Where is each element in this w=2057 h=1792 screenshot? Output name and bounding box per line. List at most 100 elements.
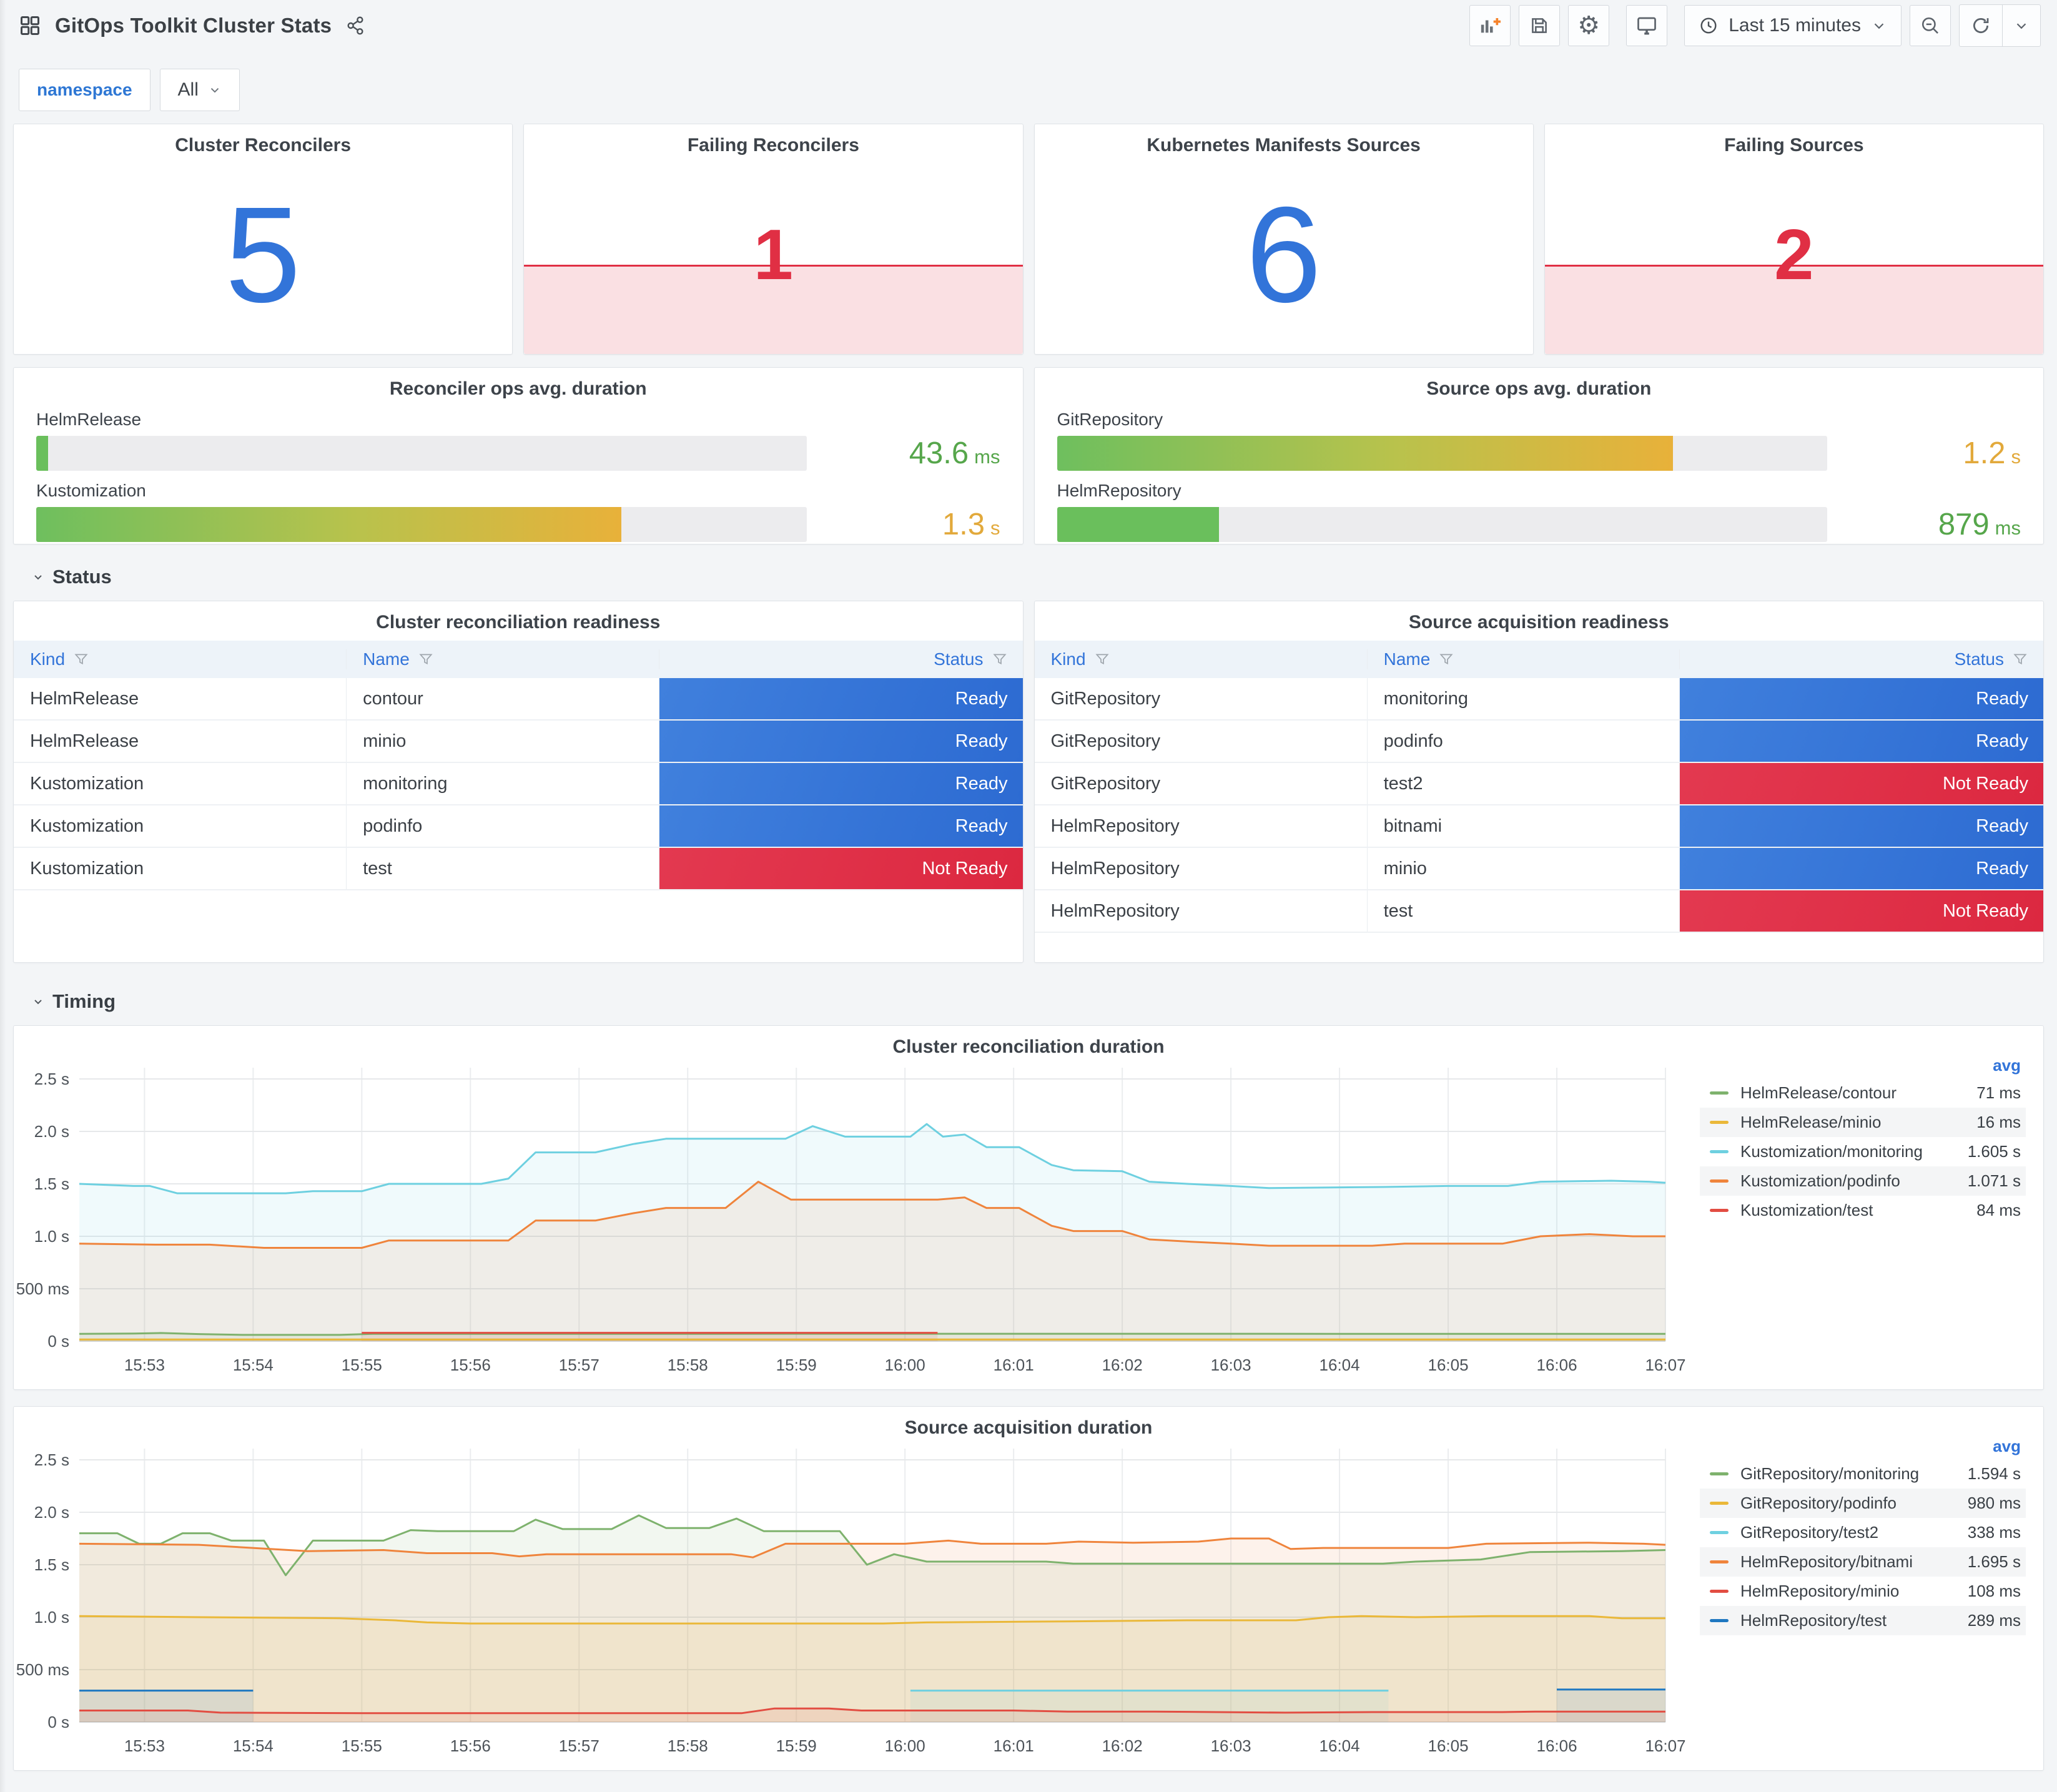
column-header-name[interactable]: Name [347, 649, 659, 669]
legend-item[interactable]: HelmRepository/minio 108 ms [1700, 1577, 2026, 1606]
column-header-kind[interactable]: Kind [14, 649, 347, 669]
table-row: HelmRelease minio Ready [14, 721, 1023, 763]
legend-item[interactable]: HelmRelease/contour 71 ms [1700, 1078, 2026, 1108]
series-avg-value: 1.605 s [1967, 1142, 2021, 1161]
column-header-status[interactable]: Status [659, 649, 1023, 669]
panel-title[interactable]: Failing Reconcilers [524, 124, 1022, 156]
variable-value-dropdown[interactable]: All [159, 69, 240, 111]
svg-text:16:01: 16:01 [994, 1736, 1034, 1755]
svg-text:16:05: 16:05 [1428, 1736, 1469, 1755]
column-header-status[interactable]: Status [1680, 649, 2043, 669]
svg-text:15:54: 15:54 [233, 1736, 274, 1755]
gauge-label: GitRepository [1057, 410, 1163, 429]
panel-title[interactable]: Kubernetes Manifests Sources [1035, 124, 1533, 156]
legend-item[interactable]: HelmRepository/test 289 ms [1700, 1606, 2026, 1635]
column-header-label: Name [1383, 649, 1431, 669]
timeseries-panel: Cluster reconciliation duration 0 s 500 ms… [13, 1025, 2044, 1390]
filter-icon[interactable] [1438, 651, 1454, 667]
svg-text:16:04: 16:04 [1320, 1356, 1360, 1374]
legend-item[interactable]: GitRepository/podinfo 980 ms [1700, 1489, 2026, 1518]
legend-item[interactable]: GitRepository/test2 338 ms [1700, 1518, 2026, 1547]
dashboard-settings-button[interactable]: ⚙ [1568, 5, 1610, 46]
series-name: HelmRepository/test [1740, 1611, 1887, 1630]
table-row: GitRepository test2 Not Ready [1034, 763, 2043, 805]
panel-title[interactable]: Source acquisition readiness [1035, 601, 2044, 633]
legend-item[interactable]: GitRepository/monitoring 1.594 s [1700, 1459, 2026, 1489]
cell-name: monitoring [1368, 678, 1680, 719]
gauge-fill [1057, 507, 1219, 542]
series-name: Kustomization/test [1740, 1201, 1873, 1219]
filter-icon[interactable] [992, 651, 1008, 667]
legend-item[interactable]: Kustomization/monitoring 1.605 s [1700, 1137, 2026, 1166]
bar-gauge-panel: Source ops avg. duration GitRepository 1.2… [1033, 367, 2044, 544]
time-range-picker[interactable]: Last 15 minutes [1684, 5, 1902, 46]
chart-legend: avg GitRepository/monitoring 1.594 s GitRep… [1700, 1433, 2026, 1635]
chevron-down-icon [210, 88, 219, 93]
table-header-row: Kind Name Status [14, 641, 1023, 678]
table-row: HelmRepository minio Ready [1034, 848, 2043, 890]
svg-text:15:59: 15:59 [776, 1736, 817, 1755]
panel-title[interactable]: Cluster Reconcilers [14, 124, 512, 156]
filter-icon[interactable] [1094, 651, 1110, 667]
save-dashboard-button[interactable] [1519, 5, 1561, 46]
status-badge: Not Ready [1680, 763, 2043, 804]
stat-value: 6 [1246, 179, 1322, 331]
variable-label-namespace[interactable]: namespace [19, 69, 150, 111]
series-color-dash [1710, 1472, 1729, 1475]
page-title: GitOps Toolkit Cluster Stats [55, 14, 332, 37]
table-row: Kustomization podinfo Ready [14, 805, 1023, 848]
legend-avg-header[interactable]: avg [1700, 1052, 2026, 1078]
svg-text:15:53: 15:53 [124, 1356, 165, 1374]
zoom-out-button[interactable] [1910, 5, 1951, 46]
svg-text:16:04: 16:04 [1320, 1736, 1360, 1755]
share-icon[interactable] [345, 16, 365, 36]
refresh-button[interactable] [1960, 5, 2002, 46]
column-header-label: Kind [1050, 649, 1086, 669]
panel-title[interactable]: Reconciler ops avg. duration [36, 368, 1000, 400]
panel-title[interactable]: Cluster reconciliation readiness [14, 601, 1023, 633]
section-status[interactable]: Status [32, 566, 2044, 588]
legend-item[interactable]: Kustomization/test 84 ms [1700, 1196, 2026, 1225]
stat-value: 1 [753, 215, 794, 295]
refresh-controls [1959, 4, 2041, 47]
cell-kind: HelmRelease [14, 678, 347, 719]
series-avg-value: 108 ms [1967, 1582, 2021, 1600]
svg-text:2.0 s: 2.0 s [34, 1122, 69, 1141]
legend-item[interactable]: HelmRepository/bitnami 1.695 s [1700, 1547, 2026, 1577]
add-panel-button[interactable] [1469, 5, 1511, 46]
column-header-kind[interactable]: Kind [1035, 649, 1368, 669]
cell-kind: Kustomization [14, 848, 347, 889]
status-badge: Ready [1680, 678, 2043, 719]
panel-title[interactable]: Source ops avg. duration [1057, 368, 2021, 400]
legend-item[interactable]: Kustomization/podinfo 1.071 s [1700, 1166, 2026, 1196]
column-header-name[interactable]: Name [1368, 649, 1680, 669]
svg-text:500 ms: 500 ms [16, 1660, 69, 1679]
svg-text:1.5 s: 1.5 s [34, 1555, 69, 1574]
series-color-dash [1710, 1560, 1729, 1563]
time-range-label: Last 15 minutes [1729, 15, 1861, 36]
gauge-value: 1.3 s [807, 507, 1000, 542]
gauge-label: HelmRelease [36, 410, 142, 429]
panel-title[interactable]: Failing Sources [1545, 124, 2043, 156]
status-badge: Ready [659, 805, 1023, 847]
section-timing[interactable]: Timing [32, 990, 2044, 1013]
cell-name: podinfo [1368, 721, 1680, 762]
cycle-view-button[interactable] [1626, 5, 1668, 46]
gauge-value-unit: ms [1995, 517, 2021, 539]
gauge-fill [36, 436, 48, 471]
status-badge: Ready [659, 678, 1023, 719]
cell-name: podinfo [347, 805, 659, 847]
filter-icon[interactable] [73, 651, 89, 667]
bar-gauge-panel: Reconciler ops avg. duration HelmRelease 4… [13, 367, 1024, 544]
cell-kind: GitRepository [1035, 678, 1368, 719]
column-header-label: Status [934, 649, 984, 669]
variables-row: namespace All [19, 69, 2057, 111]
filter-icon[interactable] [2012, 651, 2028, 667]
gauge-label: HelmRepository [1057, 481, 1181, 500]
legend-item[interactable]: HelmRelease/minio 16 ms [1700, 1108, 2026, 1137]
series-avg-value: 1.071 s [1967, 1171, 2021, 1190]
filter-icon[interactable] [418, 651, 434, 667]
legend-avg-header[interactable]: avg [1700, 1433, 2026, 1459]
svg-text:16:01: 16:01 [994, 1356, 1034, 1374]
refresh-interval-dropdown[interactable] [2002, 5, 2040, 46]
